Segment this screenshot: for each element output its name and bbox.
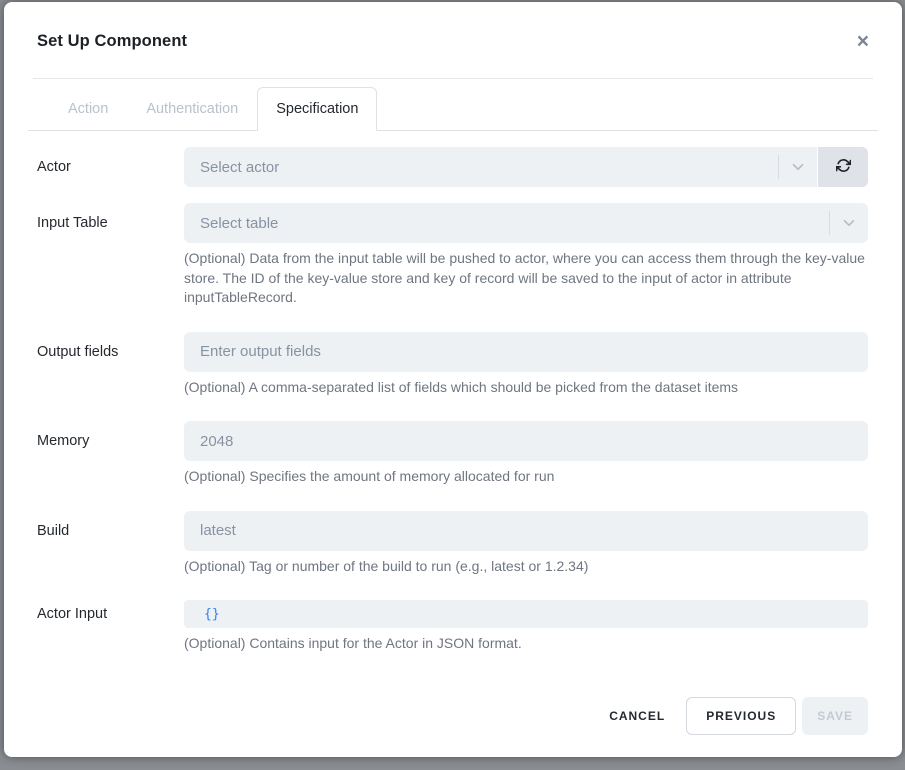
build-row: Build (Optional) Tag or number of the bu… — [37, 511, 868, 577]
actor-input-helper-text: (Optional) Contains input for the Actor … — [184, 634, 868, 654]
actor-row: Actor Select actor — [37, 147, 868, 187]
specification-form: Actor Select actor — [4, 131, 902, 678]
input-table-helper-text: (Optional) Data from the input table wil… — [184, 249, 868, 308]
select-divider — [778, 155, 779, 179]
output-fields-label: Output fields — [37, 332, 184, 361]
page-title: Set Up Component — [37, 32, 187, 51]
output-fields-row: Output fields (Optional) A comma-separat… — [37, 332, 868, 398]
chevron-down-icon — [840, 214, 858, 232]
dialog-footer: CANCEL PREVIOUS SAVE — [4, 697, 902, 757]
select-divider — [829, 211, 830, 235]
tab-authentication[interactable]: Authentication — [127, 87, 257, 131]
input-table-label: Input Table — [37, 203, 184, 232]
build-helper-text: (Optional) Tag or number of the build to… — [184, 557, 868, 577]
memory-input[interactable] — [184, 421, 868, 461]
tab-action[interactable]: Action — [49, 87, 127, 131]
chevron-down-icon — [789, 158, 807, 176]
save-button[interactable]: SAVE — [802, 697, 868, 735]
build-label: Build — [37, 511, 184, 540]
input-table-select[interactable]: Select table — [184, 203, 868, 243]
input-table-select-placeholder: Select table — [200, 215, 278, 232]
dialog-header: Set Up Component × — [33, 2, 873, 79]
tab-specification[interactable]: Specification — [257, 87, 377, 131]
refresh-icon — [836, 158, 851, 176]
actor-input-json-value: {} — [204, 607, 220, 622]
actor-input-row: Actor Input {} (Optional) Contains input… — [37, 600, 868, 654]
memory-label: Memory — [37, 421, 184, 450]
actor-input-label: Actor Input — [37, 600, 184, 623]
actor-label: Actor — [37, 147, 184, 176]
actor-input-json-editor[interactable]: {} — [184, 600, 868, 628]
close-icon[interactable]: × — [857, 31, 869, 52]
memory-row: Memory (Optional) Specifies the amount o… — [37, 421, 868, 487]
output-fields-helper-text: (Optional) A comma-separated list of fie… — [184, 378, 868, 398]
previous-button[interactable]: PREVIOUS — [686, 697, 796, 735]
actor-select-placeholder: Select actor — [200, 159, 279, 176]
refresh-actors-button[interactable] — [818, 147, 868, 187]
input-table-row: Input Table Select table (Optional) Data… — [37, 203, 868, 308]
actor-select[interactable]: Select actor — [184, 147, 817, 187]
setup-component-dialog: Set Up Component × Action Authentication… — [4, 2, 902, 757]
memory-helper-text: (Optional) Specifies the amount of memor… — [184, 467, 868, 487]
cancel-button[interactable]: CANCEL — [599, 697, 675, 735]
output-fields-input[interactable] — [184, 332, 868, 372]
tab-bar: Action Authentication Specification — [28, 87, 878, 131]
build-input[interactable] — [184, 511, 868, 551]
